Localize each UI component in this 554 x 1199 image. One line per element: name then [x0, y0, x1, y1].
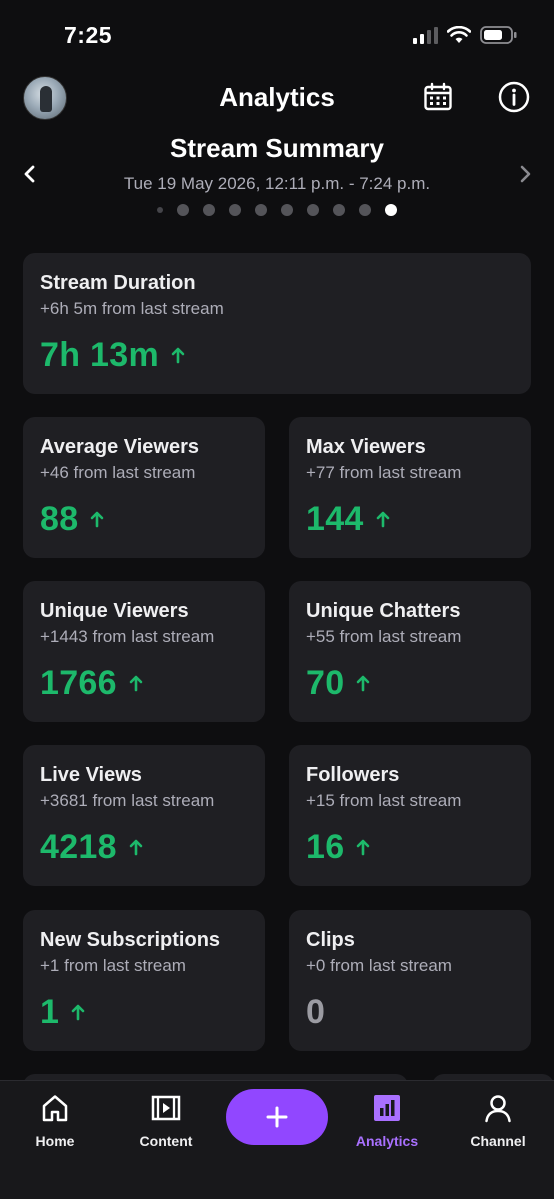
card-subtitle: +1 from last stream: [40, 956, 186, 975]
card-title: Followers: [306, 764, 400, 786]
nav-label: Analytics: [355, 1133, 419, 1149]
card-title: Unique Chatters: [306, 600, 461, 622]
page-dot[interactable]: [281, 204, 293, 216]
stream-duration-card: Stream Duration +6h 5m from last stream …: [23, 253, 531, 394]
live-views-card: Live Views +3681 from last stream 4218: [23, 745, 265, 886]
page-dot[interactable]: [359, 204, 371, 216]
nav-channel[interactable]: Channel: [453, 1091, 543, 1149]
max-viewers-card: Max Viewers +77 from last stream 144: [289, 417, 531, 558]
create-button[interactable]: [226, 1089, 328, 1145]
card-subtitle: +3681 from last stream: [40, 791, 215, 810]
card-value: 4218: [40, 828, 117, 866]
summary-title: Stream Summary: [170, 133, 384, 163]
arrow-up-icon: [171, 346, 185, 364]
video-content-icon: [151, 1095, 181, 1121]
status-bar: 7:25: [0, 0, 554, 70]
wifi-icon: [447, 26, 471, 43]
info-button[interactable]: [497, 80, 531, 114]
card-title: Clips: [306, 929, 355, 951]
page-dot[interactable]: [177, 204, 189, 216]
header: Analytics: [0, 74, 554, 122]
card-subtitle: +55 from last stream: [306, 627, 462, 646]
card-subtitle: +77 from last stream: [306, 463, 462, 482]
card-value: 0: [306, 993, 326, 1031]
arrow-up-icon: [356, 838, 370, 856]
nav-analytics[interactable]: Analytics: [342, 1091, 432, 1149]
unique-viewers-card: Unique Viewers +1443 from last stream 17…: [23, 581, 265, 722]
person-icon: [485, 1095, 511, 1123]
chevron-right-icon: [520, 165, 531, 183]
clips-card: Clips +0 from last stream 0: [289, 910, 531, 1051]
status-icons: [413, 26, 518, 44]
analytics-icon: [374, 1095, 400, 1121]
calendar-icon: [424, 82, 452, 111]
page-dot[interactable]: [157, 207, 163, 213]
card-value: 1766: [40, 664, 117, 702]
bottom-nav: Home Content Analytics Channel: [0, 1080, 554, 1199]
arrow-up-icon: [129, 838, 143, 856]
average-viewers-card: Average Viewers +46 from last stream 88: [23, 417, 265, 558]
card-subtitle: +15 from last stream: [306, 791, 462, 810]
card-value: 16: [306, 828, 345, 866]
card-value: 7h 13m: [40, 336, 159, 374]
nav-label: Content: [139, 1133, 193, 1149]
arrow-up-icon: [356, 674, 370, 692]
card-subtitle: +0 from last stream: [306, 956, 452, 975]
page-dot[interactable]: [333, 204, 345, 216]
card-title: Live Views: [40, 764, 142, 786]
page-dot[interactable]: [255, 204, 267, 216]
card-title: New Subscriptions: [40, 929, 221, 951]
arrow-up-icon: [376, 510, 390, 528]
next-stream-button[interactable]: [511, 160, 539, 188]
home-icon: [42, 1095, 68, 1122]
card-subtitle: +6h 5m from last stream: [40, 299, 224, 318]
card-title: Unique Viewers: [40, 600, 189, 622]
page-dot[interactable]: [229, 204, 241, 216]
arrow-up-icon: [90, 510, 104, 528]
nav-home[interactable]: Home: [10, 1091, 100, 1149]
card-value: 1: [40, 993, 60, 1031]
nav-label: Home: [35, 1133, 75, 1149]
card-subtitle: +1443 from last stream: [40, 627, 215, 646]
nav-content[interactable]: Content: [121, 1091, 211, 1149]
card-value: 144: [306, 500, 364, 538]
page-dot-active[interactable]: [385, 204, 397, 216]
page-title: Analytics: [219, 82, 335, 112]
followers-card: Followers +15 from last stream 16: [289, 745, 531, 886]
page-indicator[interactable]: [0, 204, 554, 216]
cellular-signal-icon: [413, 26, 438, 44]
card-title: Stream Duration: [40, 272, 196, 294]
plus-icon: [266, 1106, 288, 1128]
nav-label: Channel: [470, 1133, 526, 1149]
status-time: 7:25: [64, 22, 113, 48]
card-title: Average Viewers: [40, 436, 199, 458]
card-subtitle: +46 from last stream: [40, 463, 196, 482]
card-value: 70: [306, 664, 345, 702]
battery-icon: [480, 26, 517, 44]
unique-chatters-card: Unique Chatters +55 from last stream 70: [289, 581, 531, 722]
card-title: Max Viewers: [306, 436, 426, 458]
arrow-up-icon: [71, 1003, 85, 1021]
card-value: 88: [40, 500, 79, 538]
info-icon: [498, 81, 530, 113]
arrow-up-icon: [129, 674, 143, 692]
new-subscriptions-card: New Subscriptions +1 from last stream 1: [23, 910, 265, 1051]
summary-date-range: Tue 19 May 2026, 12:11 p.m. - 7:24 p.m.: [123, 174, 431, 193]
calendar-button[interactable]: [421, 80, 455, 114]
page-dot[interactable]: [203, 204, 215, 216]
page-dot[interactable]: [307, 204, 319, 216]
